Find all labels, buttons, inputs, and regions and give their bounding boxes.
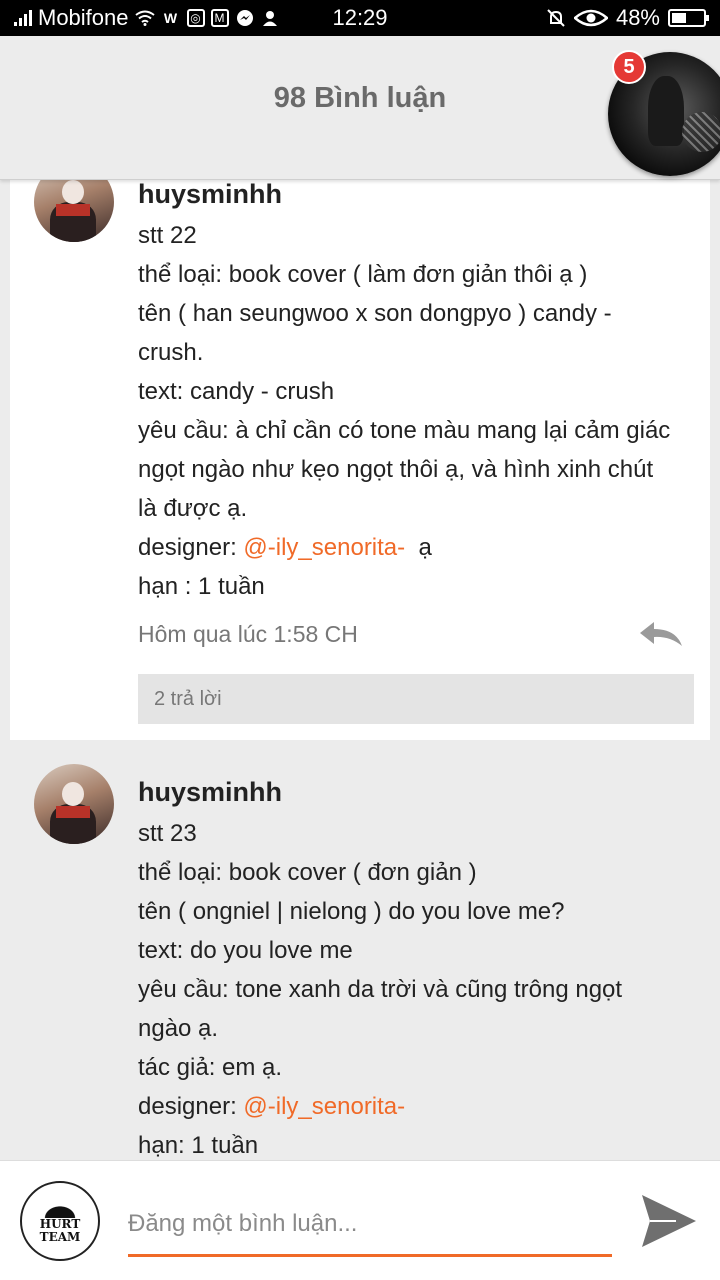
view-replies-button[interactable]: 2 trả lời [138,674,694,724]
comments-header: 98 Bình luận 5 [0,36,720,180]
carrier-label: Mobifone [38,5,129,30]
comment-line: tác giả: em ạ. [138,1054,283,1081]
battery-icon [668,9,709,27]
gmail-icon: M [210,9,229,27]
comment-input[interactable] [128,1197,612,1251]
wings-logo-icon [34,1198,86,1218]
avatar-logo-text: HURT TEAM [39,1217,81,1244]
eye-icon [573,8,608,28]
comment-line: thể loại: book cover ( làm đơn giản thôi… [138,261,588,288]
contacts-icon [261,8,281,28]
comment-username[interactable]: huysminhh [138,770,694,814]
notification-badge: 5 [612,50,646,84]
comment-line: ngào ạ. [138,1015,219,1042]
designer-mention-link[interactable]: @-ily_senorita- [243,534,405,561]
comment-input-wrapper [128,1197,612,1257]
comment-line: text: do you love me [138,937,353,964]
designer-line: designer: @-ily_senorita- ạ [138,528,694,567]
comment-line: yêu cầu: tone xanh da trời và cũng trông… [138,976,623,1003]
comment-username[interactable]: huysminhh [138,180,694,216]
mute-icon [546,8,566,28]
w-app-icon: W [163,10,178,26]
comment-line: stt 22 [138,222,197,249]
designer-line: designer: @-ily_senorita- [138,1087,694,1126]
designer-label: designer: [138,534,244,561]
comment-timestamp: Hôm qua lúc 1:58 CH [138,620,358,647]
comment-line: thể loại: book cover ( đơn giản ) [138,859,477,886]
designer-suffix: ạ [418,534,432,561]
signal-icon [14,10,32,26]
battery-percent: 48% [615,5,660,30]
comment-card: huysminhh stt 22 thể loại: book cover ( … [10,180,710,740]
deadline-line: hạn: 1 tuần [138,1132,259,1159]
comment-line: crush. [138,339,204,366]
designer-mention-link[interactable]: @-ily_senorita- [243,1093,405,1120]
comment-list[interactable]: huysminhh stt 22 thể loại: book cover ( … [0,180,720,1160]
avatar[interactable] [34,764,114,844]
comment-line: tên ( han seungwoo x son dongpyo ) candy… [138,300,612,327]
send-button[interactable] [640,1193,698,1249]
comment-line: stt 23 [138,820,197,847]
comment-line: text: candy - crush [138,378,335,405]
status-bar: Mobifone W ◎ M 12:29 48% [0,0,720,36]
my-avatar[interactable]: HURT TEAM [20,1181,100,1261]
wifi-icon [134,8,155,28]
messenger-icon [235,8,255,28]
comment-card: huysminhh stt 23 thể loại: book cover ( … [10,740,710,1160]
comment-line: là được ạ. [138,495,248,522]
comment-composer: HURT TEAM [0,1160,720,1280]
reply-icon[interactable] [638,620,684,648]
instagram-icon: ◎ [186,9,205,27]
deadline-line: hạn : 1 tuần [138,573,265,600]
comment-meta: Hôm qua lúc 1:58 CH [138,618,694,650]
comment-line: tên ( ongniel | nielong ) do you love me… [138,898,565,925]
avatar[interactable] [34,180,114,242]
designer-label: designer: [138,1093,244,1120]
comment-line: yêu cầu: à chỉ cần có tone màu mang lại … [138,417,671,444]
comment-line: ngọt ngào như kẹo ngọt thôi ạ, và hình x… [138,456,654,483]
send-icon [642,1195,696,1247]
